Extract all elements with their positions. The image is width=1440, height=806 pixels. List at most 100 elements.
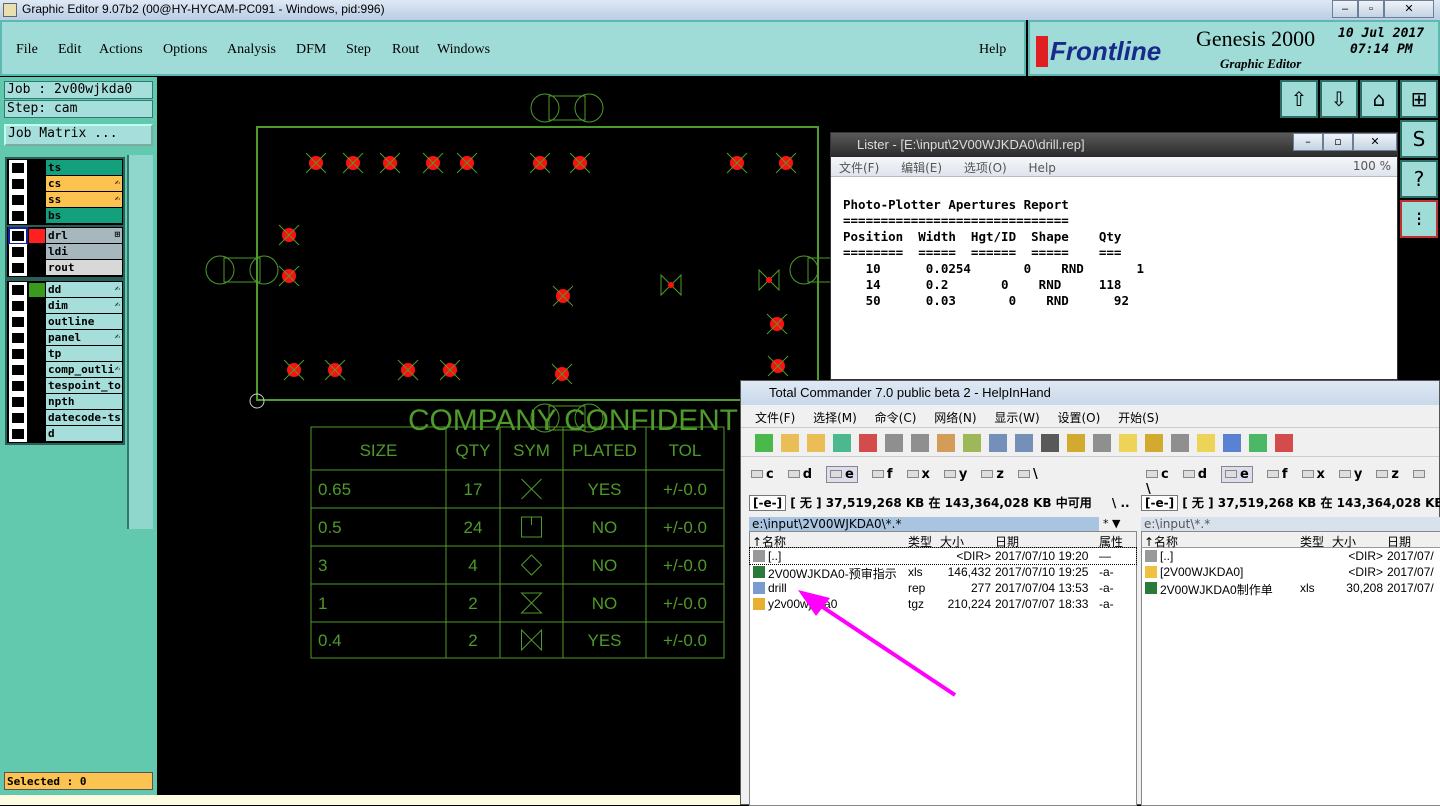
drive-3-button[interactable]: f xyxy=(871,467,893,482)
pack-icon[interactable] xyxy=(937,434,955,452)
layer-checkbox[interactable] xyxy=(9,192,27,208)
refresh-icon[interactable] xyxy=(755,434,773,452)
layer-color-swatch[interactable] xyxy=(29,411,45,425)
layer-name[interactable]: panel ✍ xyxy=(46,330,122,345)
menu-actions[interactable]: Actions xyxy=(99,42,143,58)
layer-checkbox[interactable] xyxy=(9,394,27,410)
root-parent-buttons[interactable]: \ .. xyxy=(1112,496,1130,510)
file-row[interactable]: y2v00wjkda0 tgz 210,224 2017/07/07 18:33 -a- xyxy=(750,596,1136,612)
drive-3-button[interactable]: f xyxy=(1266,467,1288,482)
lister-close[interactable]: ✕ xyxy=(1353,133,1397,151)
tc-menu-start[interactable]: 开始(S) xyxy=(1118,411,1159,425)
layer-row-rout[interactable]: rout xyxy=(8,260,122,276)
layer-row-datecode-ts[interactable]: datecode-ts xyxy=(8,410,122,426)
layer-checkbox[interactable] xyxy=(9,208,27,224)
layer-row-npth[interactable]: npth xyxy=(8,394,122,410)
layer-checkbox[interactable] xyxy=(9,282,27,298)
layer-row-dim[interactable]: dim ✍ xyxy=(8,298,122,314)
right-path[interactable]: e:\input\*.* xyxy=(1141,517,1440,532)
drive-7-button[interactable]: \ xyxy=(1017,467,1038,482)
layer-name[interactable]: datecode-ts xyxy=(46,410,122,425)
folder2-icon[interactable] xyxy=(1197,434,1215,452)
drive-0-button[interactable]: c xyxy=(751,467,774,482)
lister-menu-options[interactable]: 选项(O) xyxy=(964,161,1007,175)
layer-name[interactable]: cs ✍ xyxy=(46,176,122,191)
layer-color-swatch[interactable] xyxy=(29,363,45,377)
pdf-icon[interactable] xyxy=(1275,434,1293,452)
layer-checkbox[interactable] xyxy=(9,346,27,362)
layer-row-dd[interactable]: dd ✍ xyxy=(8,282,122,298)
layer-checkbox[interactable] xyxy=(9,362,27,378)
layer-color-swatch[interactable] xyxy=(29,261,45,275)
menu-windows[interactable]: Windows xyxy=(437,42,490,58)
layer-color-swatch[interactable] xyxy=(29,331,45,345)
layer-color-swatch[interactable] xyxy=(29,283,45,297)
drive-0-button[interactable]: c xyxy=(1146,467,1169,482)
layer-checkbox[interactable] xyxy=(9,330,27,346)
home-icon[interactable]: ⌂ xyxy=(1360,80,1398,118)
layer-scrollbar[interactable] xyxy=(127,155,153,529)
file-row[interactable]: 2V00WJKDA0制作单 xls 30,208 2017/07/ xyxy=(1142,580,1440,597)
layer-name[interactable]: comp_outli ✍ xyxy=(46,362,122,377)
drive-6-button[interactable]: z xyxy=(1376,467,1399,482)
left-drive-select[interactable]: [-e-] xyxy=(749,495,787,511)
layer-checkbox[interactable] xyxy=(9,176,27,192)
layer-color-swatch[interactable] xyxy=(29,315,45,329)
tc-menu-config[interactable]: 设置(O) xyxy=(1057,411,1100,425)
file-row[interactable]: [..] <DIR> 2017/07/ xyxy=(1142,548,1440,564)
unpack-icon[interactable] xyxy=(963,434,981,452)
layer-color-swatch[interactable] xyxy=(29,427,45,441)
menu-file[interactable]: File xyxy=(16,42,38,58)
layer-name[interactable]: ldi xyxy=(46,244,122,259)
lister-maximize[interactable]: ▫ xyxy=(1323,133,1353,151)
layer-color-swatch[interactable] xyxy=(29,209,45,223)
grid-icon[interactable]: ⊞ xyxy=(1400,80,1438,118)
layer-checkbox[interactable] xyxy=(9,298,27,314)
layer-row-bs[interactable]: bs xyxy=(8,208,122,224)
tc-menu-command[interactable]: 命令(C) xyxy=(875,411,917,425)
layer-name[interactable]: tp xyxy=(46,346,122,361)
menu-step[interactable]: Step xyxy=(346,42,371,58)
layer-name[interactable]: dim ✍ xyxy=(46,298,122,313)
tree2-icon[interactable] xyxy=(1145,434,1163,452)
layer-row-tespoint_to[interactable]: tespoint_to xyxy=(8,378,122,394)
layer-color-swatch[interactable] xyxy=(29,161,45,175)
job-matrix-button[interactable]: Job Matrix ... xyxy=(4,124,153,146)
full-view-icon[interactable] xyxy=(807,434,825,452)
back-icon[interactable] xyxy=(885,434,903,452)
drive-2-button[interactable]: e xyxy=(1221,466,1253,483)
layer-checkbox[interactable] xyxy=(9,314,27,330)
layer-checkbox[interactable] xyxy=(9,244,27,260)
layer-name[interactable]: ss ✍ xyxy=(46,192,122,207)
layer-color-swatch[interactable] xyxy=(29,193,45,207)
snap-icon[interactable]: S xyxy=(1400,120,1438,158)
drive-4-button[interactable]: x xyxy=(1301,467,1325,482)
file-row[interactable]: 2V00WJKDA0-预审指示 xls 146,432 2017/07/10 19:2… xyxy=(750,564,1136,581)
lister-menu-file[interactable]: 文件(F) xyxy=(839,161,879,175)
layer-checkbox[interactable] xyxy=(9,160,27,176)
layer-color-swatch[interactable] xyxy=(29,299,45,313)
signal-icon[interactable]: ⁝ xyxy=(1400,200,1438,238)
menu-dfm[interactable]: DFM xyxy=(296,42,326,58)
tc-menu-net[interactable]: 网络(N) xyxy=(934,411,976,425)
drive-6-button[interactable]: z xyxy=(981,467,1004,482)
layer-checkbox[interactable] xyxy=(9,378,27,394)
up-icon[interactable] xyxy=(1093,434,1111,452)
layer-color-swatch[interactable] xyxy=(29,395,45,409)
layer-row-ss[interactable]: ss ✍ xyxy=(8,192,122,208)
layer-checkbox[interactable] xyxy=(9,410,27,426)
layer-row-comp_outli[interactable]: comp_outli ✍ xyxy=(8,362,122,378)
brief-view-icon[interactable] xyxy=(781,434,799,452)
filter-button[interactable]: * ▼ xyxy=(1103,517,1120,530)
layer-color-swatch[interactable] xyxy=(29,177,45,191)
drive-4-button[interactable]: x xyxy=(906,467,930,482)
ftp-icon[interactable] xyxy=(989,434,1007,452)
drive-1-button[interactable]: d xyxy=(1182,467,1207,482)
layer-row-panel[interactable]: panel ✍ xyxy=(8,330,122,346)
lister-minimize[interactable]: – xyxy=(1293,133,1323,151)
layer-checkbox[interactable] xyxy=(9,426,27,442)
invert-icon[interactable] xyxy=(859,434,877,452)
excel-icon[interactable] xyxy=(1249,434,1267,452)
layer-name[interactable]: d xyxy=(46,426,122,441)
open-icon[interactable]: ⇧ xyxy=(1280,80,1318,118)
